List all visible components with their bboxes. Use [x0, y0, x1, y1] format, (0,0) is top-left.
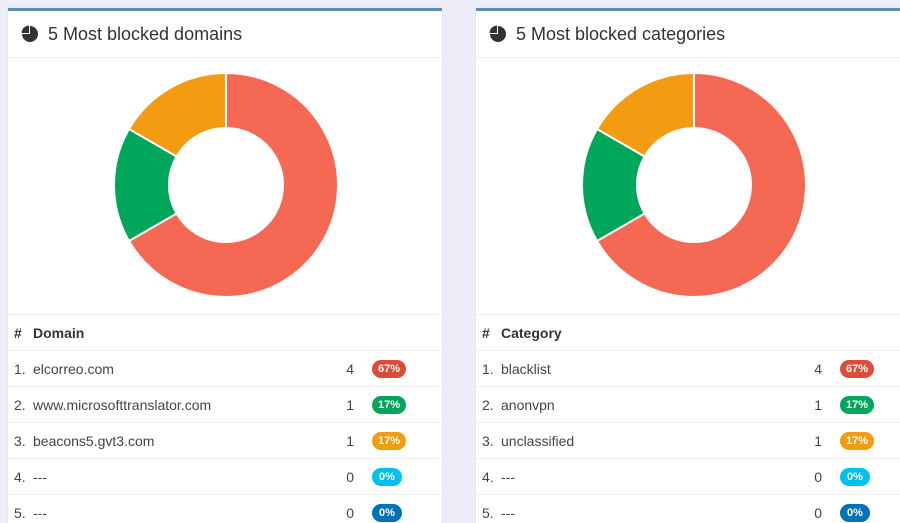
row-name: anonvpn: [501, 386, 800, 423]
table-row: 1. elcorreo.com 4 67%: [8, 350, 442, 387]
row-number: 2.: [8, 386, 33, 423]
pie-chart-icon: [489, 25, 506, 42]
row-count: 4: [800, 350, 840, 387]
row-count: 1: [332, 386, 372, 423]
percent-badge: 17%: [840, 432, 875, 450]
row-number: 5.: [8, 494, 33, 523]
categories-table: # Category 1. blacklist 4 67% 2. anonvpn 1 17% 3…: [476, 314, 900, 523]
panel-header: 5 Most blocked categories: [476, 11, 900, 58]
row-name: ---: [501, 494, 800, 523]
row-number: 3.: [476, 422, 501, 459]
row-name: elcorreo.com: [33, 350, 332, 387]
panel-title: 5 Most blocked domains: [48, 23, 243, 44]
row-name: ---: [33, 458, 332, 495]
table-row: 3. unclassified 1 17%: [476, 422, 900, 459]
row-count: 1: [800, 422, 840, 459]
row-name: ---: [33, 494, 332, 523]
domains-table: # Domain 1. elcorreo.com 4 67% 2. www.microso…: [8, 314, 442, 523]
row-number: 3.: [8, 422, 33, 459]
panel-title: 5 Most blocked categories: [516, 23, 726, 44]
row-number: 5.: [476, 494, 501, 523]
column-header-num: #: [8, 314, 33, 351]
donut-chart-svg: [581, 71, 807, 298]
percent-badge: 67%: [840, 360, 875, 378]
row-number: 4.: [476, 458, 501, 495]
row-count: 0: [800, 494, 840, 523]
table-header-row: # Category: [476, 314, 900, 351]
row-name: ---: [501, 458, 800, 495]
row-count: 0: [800, 458, 840, 495]
row-name: beacons5.gvt3.com: [33, 422, 332, 459]
row-name: blacklist: [501, 350, 800, 387]
row-count: 4: [332, 350, 372, 387]
donut-chart: [8, 58, 442, 314]
table-row: 3. beacons5.gvt3.com 1 17%: [8, 422, 442, 459]
table-row: 4. --- 0 0%: [476, 458, 900, 495]
panel-header: 5 Most blocked domains: [8, 11, 442, 58]
percent-badge: 17%: [372, 396, 407, 414]
table-row: 2. www.microsofttranslator.com 1 17%: [8, 386, 442, 423]
row-name: unclassified: [501, 422, 800, 459]
blocked-domains-panel: 5 Most blocked domains # Domain 1. elcorr…: [8, 8, 442, 523]
row-name: www.microsofttranslator.com: [33, 386, 332, 423]
percent-badge: 67%: [372, 360, 407, 378]
row-number: 1.: [476, 350, 501, 387]
row-count: 0: [332, 494, 372, 523]
row-count: 1: [800, 386, 840, 423]
table-row: 4. --- 0 0%: [8, 458, 442, 495]
table-row: 5. --- 0 0%: [476, 494, 900, 523]
row-number: 1.: [8, 350, 33, 387]
percent-badge: 17%: [840, 396, 875, 414]
blocked-categories-panel: 5 Most blocked categories # Category 1. b…: [476, 8, 900, 523]
row-number: 2.: [476, 386, 501, 423]
percent-badge: 0%: [372, 468, 402, 486]
table-row: 5. --- 0 0%: [8, 494, 442, 523]
row-number: 4.: [8, 458, 33, 495]
table-row: 1. blacklist 4 67%: [476, 350, 900, 387]
percent-badge: 17%: [372, 432, 407, 450]
percent-badge: 0%: [840, 504, 870, 523]
donut-chart: [476, 58, 900, 314]
column-header-name: Domain: [33, 314, 332, 351]
column-header-name: Category: [501, 314, 800, 351]
pie-chart-icon: [21, 25, 38, 42]
percent-badge: 0%: [840, 468, 870, 486]
row-count: 1: [332, 422, 372, 459]
table-header-row: # Domain: [8, 314, 442, 351]
percent-badge: 0%: [372, 504, 402, 523]
donut-chart-svg: [113, 71, 339, 298]
column-header-num: #: [476, 314, 501, 351]
row-count: 0: [332, 458, 372, 495]
table-row: 2. anonvpn 1 17%: [476, 386, 900, 423]
